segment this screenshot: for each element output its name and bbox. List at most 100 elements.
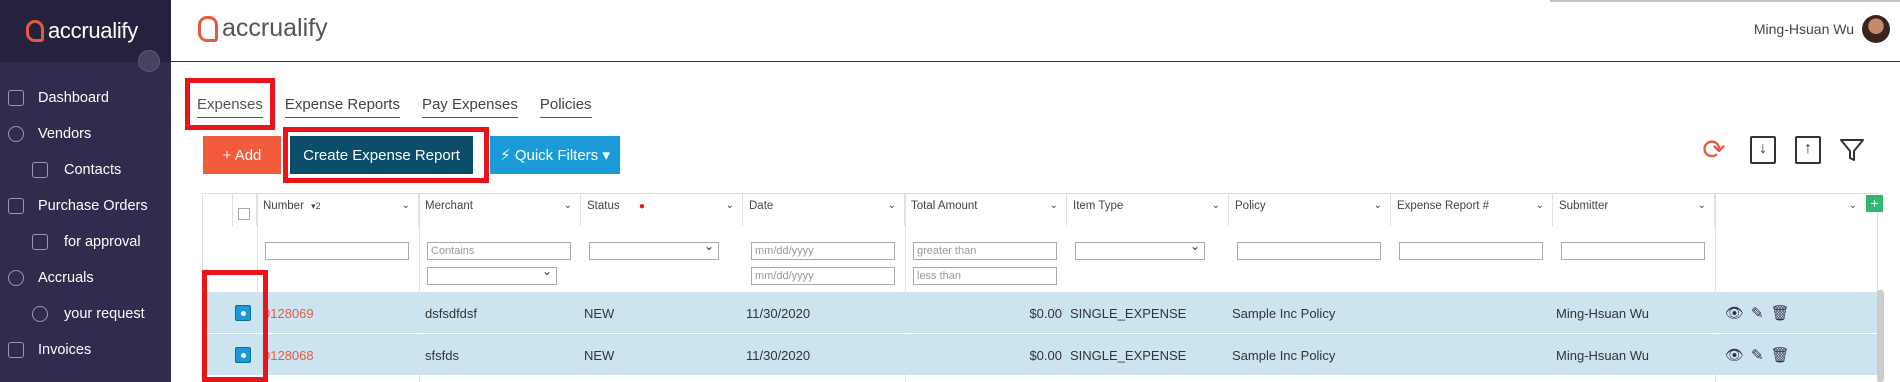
column-header-expense-report[interactable]: Expense Report # ⌄ [1391,194,1553,226]
column-header-date[interactable]: Date ⌄ [743,194,905,226]
tab-expense-reports[interactable]: Expense Reports [284,96,400,118]
edit-icon[interactable]: ✎ [1751,347,1771,364]
table-row[interactable]: 0128069 dsfsdfdsf NEW 11/30/2020 $0.00 S… [203,292,1877,334]
number-filter-input[interactable] [265,242,409,260]
policy-filter-input[interactable] [1237,242,1381,260]
vertical-scrollbar[interactable] [1877,290,1884,382]
merchant-filter-select[interactable] [427,264,557,285]
amount-less-input[interactable]: less than [913,267,1057,285]
chevron-down-icon[interactable]: ⌄ [1849,200,1857,211]
sidebar-item-for-approval[interactable]: for approval [0,224,171,260]
submitter-cell: Ming-Hsuan Wu [1556,306,1649,321]
tab-policies[interactable]: Policies [539,96,592,118]
user-name[interactable]: Ming-Hsuan Wu [1754,21,1854,37]
status-cell: NEW [584,348,615,363]
column-header-label: Item Type [1073,200,1124,212]
header-logo[interactable]: accrualify [198,14,328,43]
funnel-shape [1840,139,1864,161]
policy-cell: Sample Inc Policy [1232,306,1336,321]
add-column-button[interactable]: + [1866,195,1883,212]
expense-report-filter-input[interactable] [1399,242,1543,260]
column-header-actions[interactable]: ⌄ [1715,194,1865,226]
column-header-label: Merchant [425,200,473,212]
stamp-icon [32,234,48,250]
brand-logo-icon [26,20,44,42]
chevron-down-icon[interactable]: ⌄ [1050,200,1058,211]
view-icon[interactable]: 👁 [1725,305,1751,322]
expense-number-link[interactable]: 0128069 [263,306,314,321]
chevron-down-icon[interactable]: ⌄ [564,200,572,211]
coin-icon [8,270,24,286]
sidebar-nav: Dashboard Vendors Contacts Purchase Orde… [0,80,171,368]
column-header-status[interactable]: Status ● ⌄ [581,194,743,226]
refresh-icon[interactable]: ⟳ [1701,136,1727,164]
dropdown-shadow [1550,0,1900,2]
delete-icon[interactable]: 🗑 [1771,347,1797,364]
sidebar-item-contacts[interactable]: Contacts [0,152,171,188]
download-icon[interactable]: ↓ [1750,136,1776,164]
header-brand: accrualify [222,14,328,42]
table-row[interactable]: 0128068 sfsfds NEW 11/30/2020 $0.00 SING… [203,334,1877,376]
add-button[interactable]: + Add [203,136,281,174]
chevron-down-icon[interactable]: ⌄ [888,200,896,211]
chevron-down-icon[interactable]: ⌄ [1698,200,1706,211]
sidebar-item-vendors[interactable]: Vendors [0,116,171,152]
chevron-down-icon[interactable]: ⌄ [402,200,410,211]
item-type-cell: SINGLE_EXPENSE [1070,348,1187,363]
highlight-box-row-checkboxes [202,270,268,382]
avatar[interactable] [1862,15,1890,43]
column-header-merchant[interactable]: Merchant ⌄ [419,194,581,226]
column-header-select [233,194,257,226]
sort-indicator: ▾2 [311,201,321,211]
home-icon [8,90,24,106]
date-to-input[interactable]: mm/dd/yyyy [751,267,895,285]
column-header-number[interactable]: Number ▾2 ⌄ [257,194,419,226]
delete-icon[interactable]: 🗑 [1771,305,1797,322]
row-actions: 👁✎🗑 [1725,304,1797,322]
sidebar-item-your-request[interactable]: your request [0,296,171,332]
view-icon[interactable]: 👁 [1725,347,1751,364]
tab-pay-expenses[interactable]: Pay Expenses [421,96,518,118]
column-header-policy[interactable]: Policy ⌄ [1229,194,1391,226]
sidebar-item-dashboard[interactable]: Dashboard [0,80,171,116]
column-header-label: Status [587,200,620,212]
submitter-filter-input[interactable] [1561,242,1705,260]
chevron-down-icon[interactable]: ⌄ [726,200,734,211]
edit-icon[interactable]: ✎ [1751,305,1771,322]
sidebar-item-label: Accruals [38,270,94,286]
policy-cell: Sample Inc Policy [1232,348,1336,363]
sidebar-item-label: Dashboard [38,90,109,106]
collapse-sidebar-icon[interactable] [138,50,160,72]
chevron-down-icon[interactable]: ⌄ [1536,200,1544,211]
column-header-submitter[interactable]: Submitter ⌄ [1553,194,1715,226]
sidebar-item-purchase-orders[interactable]: Purchase Orders [0,188,171,224]
quick-filters-button[interactable]: ⚡ Quick Filters ▾ [490,136,620,174]
chevron-down-icon[interactable]: ⌄ [1374,200,1382,211]
column-header-blank [203,194,233,226]
row-actions: 👁✎🗑 [1725,346,1797,364]
column-header-label: Policy [1235,200,1266,212]
column-header-label: Total Amount [911,200,978,212]
status-filter-select[interactable] [589,239,719,260]
merchant-filter-input[interactable]: Contains [427,242,571,260]
sidebar-item-accruals[interactable]: Accruals [0,260,171,296]
column-header-total-amount[interactable]: Total Amount ⌄ [905,194,1067,226]
filter-icon[interactable] [1838,136,1866,164]
column-header-label: Submitter [1559,200,1609,212]
item-type-filter-select[interactable] [1075,239,1205,260]
info-icon[interactable]: ● [639,201,645,212]
upload-icon[interactable]: ↑ [1795,136,1821,164]
expense-number-link[interactable]: 0128068 [263,348,314,363]
date-from-input[interactable]: mm/dd/yyyy [751,242,895,260]
sidebar-brand: accrualify [48,18,138,43]
invoice-icon [8,342,24,358]
select-all-checkbox[interactable] [238,208,250,220]
item-type-cell: SINGLE_EXPENSE [1070,306,1187,321]
status-cell: NEW [584,306,615,321]
amount-greater-input[interactable]: greater than [913,242,1057,260]
date-cell: 11/30/2020 [746,306,811,321]
sidebar-item-invoices[interactable]: Invoices [0,332,171,368]
chevron-down-icon[interactable]: ⌄ [1212,200,1220,211]
column-header-item-type[interactable]: Item Type ⌄ [1067,194,1229,226]
column-divider [1715,194,1716,382]
